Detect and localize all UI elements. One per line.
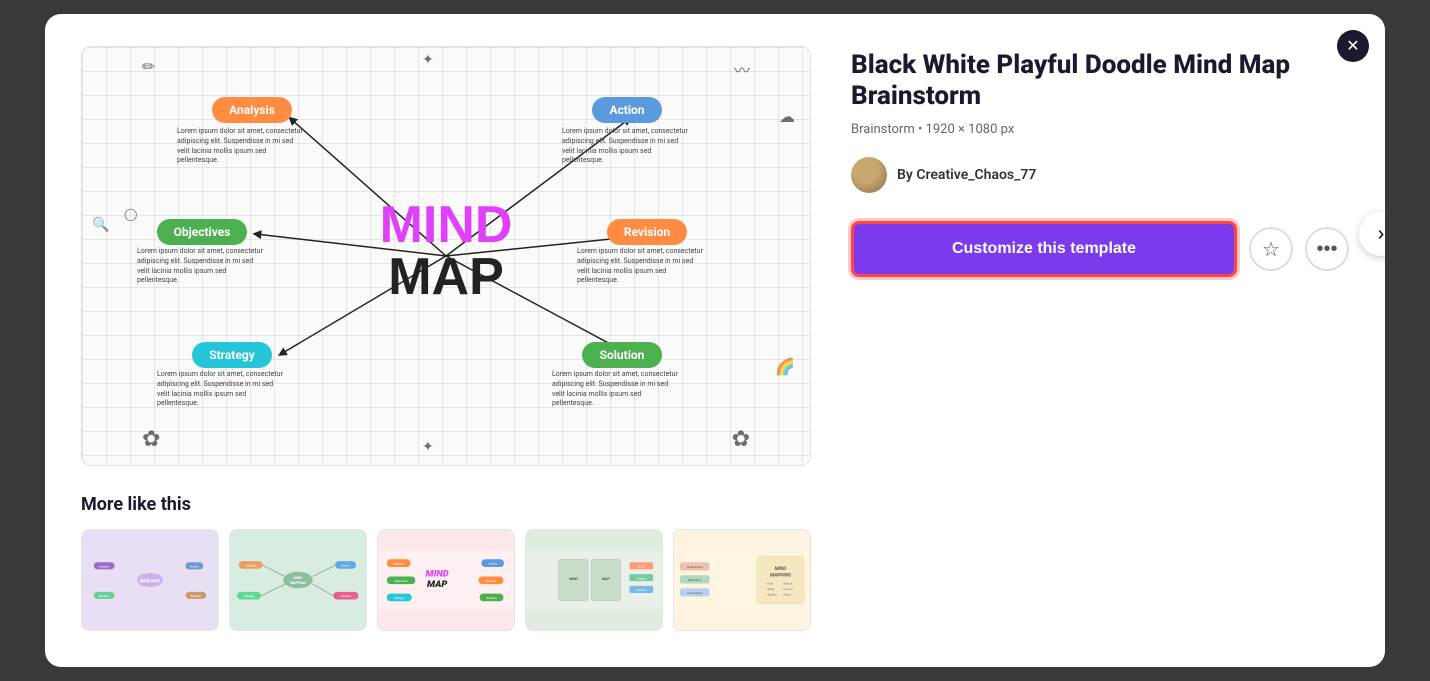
more-like-label: More like this xyxy=(81,494,811,515)
svg-text:Brainstorm: Brainstorm xyxy=(688,578,702,582)
doodle-magnifier: 🔍 xyxy=(92,217,109,233)
doodle-circle: ◯ xyxy=(124,207,137,221)
node-revision: Revision xyxy=(607,219,687,245)
svg-text:Strategy: Strategy xyxy=(244,594,255,598)
next-arrow[interactable]: › xyxy=(1359,212,1385,256)
thumb-content-2: MIND MAPPING Analysis Action Strategy xyxy=(230,530,366,630)
action-row: Customize this template ☆ ••• xyxy=(851,221,1349,277)
doodle-flower2: ✿ xyxy=(732,427,750,452)
template-meta: Brainstorm • 1920 × 1080 px xyxy=(851,122,1349,137)
text-analysis: Lorem ipsum dolor sit amet, consectetur … xyxy=(177,127,307,166)
text-revision: Lorem ipsum dolor sit amet, consectetur … xyxy=(577,247,707,286)
svg-text:MIND: MIND xyxy=(294,576,303,580)
modal-content: MIND MAP Analysis Lorem ipsum dolor sit … xyxy=(81,46,1349,631)
thumbnail-3[interactable]: MIND MAP Analysis Action Objectives xyxy=(377,529,515,631)
modal-overlay: ✕ › xyxy=(0,0,1430,681)
customize-button[interactable]: Customize this template xyxy=(851,221,1237,277)
node-strategy: Strategy xyxy=(192,342,272,368)
template-preview: MIND MAP Analysis Lorem ipsum dolor sit … xyxy=(81,46,811,466)
text-objectives: Lorem ipsum dolor sit amet, consectetur … xyxy=(137,247,267,286)
svg-text:Objectives: Objectives xyxy=(394,579,408,583)
svg-text:Strategy: Strategy xyxy=(394,596,405,600)
thumbnail-grid: MIND MAP Analysis Action Strategy Soluti… xyxy=(81,529,811,631)
thumbnail-2[interactable]: MIND MAPPING Analysis Action Strategy xyxy=(229,529,367,631)
author-name: By Creative_Chaos_77 xyxy=(897,167,1036,183)
svg-text:MIND: MIND xyxy=(569,577,578,581)
svg-text:Organisation: Organisation xyxy=(687,565,704,569)
svg-text:Analysis: Analysis xyxy=(244,563,256,567)
doodle-cloud: 🌈 xyxy=(775,357,795,376)
author-avatar xyxy=(851,157,887,193)
close-button[interactable]: ✕ xyxy=(1337,30,1369,62)
svg-text:MIND: MIND xyxy=(775,566,787,572)
doodle-pencil: ✏ xyxy=(142,57,155,76)
svg-text:Solution: Solution xyxy=(636,588,647,592)
mind-map-title: MIND MAP xyxy=(380,199,513,303)
modal-container: ✕ › xyxy=(45,14,1385,667)
svg-text:Strategy: Strategy xyxy=(99,594,110,598)
author-avatar-image xyxy=(851,157,887,193)
svg-text:Notes: Notes xyxy=(783,592,791,596)
svg-text:Solution: Solution xyxy=(341,594,352,598)
svg-text:Revision: Revision xyxy=(486,579,497,583)
node-objectives: Objectives xyxy=(157,219,247,245)
svg-text:Solution: Solution xyxy=(190,594,201,598)
node-solution: Solution xyxy=(582,342,662,368)
svg-text:• System: • System xyxy=(766,592,778,596)
svg-text:Action: Action xyxy=(488,562,498,566)
thumb-content-4: MIND MAP Action Strategy Solution xyxy=(526,530,662,630)
svg-text:MAPPING: MAPPING xyxy=(290,581,306,585)
preview-section: MIND MAP Analysis Lorem ipsum dolor sit … xyxy=(81,46,811,631)
info-section: Black White Playful Doodle Mind Map Brai… xyxy=(851,46,1349,277)
svg-text:MAP: MAP xyxy=(602,577,610,581)
more-options-button[interactable]: ••• xyxy=(1305,227,1349,271)
node-action: Action xyxy=(592,97,662,123)
thumb-content-5: MIND MAPPING • Plan • Study • System Bra… xyxy=(674,530,810,630)
text-solution: Lorem ipsum dolor sit amet, consectetur … xyxy=(552,370,682,409)
svg-text:Lecture: Lecture xyxy=(783,587,793,591)
svg-text:MIND MAP: MIND MAP xyxy=(140,579,160,584)
node-analysis: Analysis xyxy=(212,97,292,123)
thumbnail-4[interactable]: MIND MAP Action Strategy Solution xyxy=(525,529,663,631)
svg-text:MAP: MAP xyxy=(427,579,447,590)
doodle-heart: ☁ xyxy=(779,107,795,126)
doodle-star: ✦ xyxy=(422,52,434,68)
thumb-content-1: MIND MAP Analysis Action Strategy Soluti… xyxy=(82,530,218,630)
svg-text:Action: Action xyxy=(189,565,199,569)
svg-text:Action: Action xyxy=(636,565,646,569)
svg-text:Analysis: Analysis xyxy=(392,562,404,566)
more-like-this-section: More like this MIND MAP Analysis xyxy=(81,494,811,631)
text-strategy: Lorem ipsum dolor sit amet, consectetur … xyxy=(157,370,287,409)
doodle-spiral: 〰 xyxy=(734,57,750,81)
doodle-flower: ✿ xyxy=(142,427,160,452)
svg-text:MAPPING: MAPPING xyxy=(770,572,792,578)
svg-text:Strategy: Strategy xyxy=(636,576,647,580)
thumbnail-1[interactable]: MIND MAP Analysis Action Strategy Soluti… xyxy=(81,529,219,631)
svg-text:Solution: Solution xyxy=(486,596,497,600)
star-icon: ☆ xyxy=(1262,237,1280,262)
svg-text:Branch: Branch xyxy=(783,582,792,586)
svg-text:MIND: MIND xyxy=(426,568,449,579)
author-row: By Creative_Chaos_77 xyxy=(851,157,1349,193)
svg-text:• Plan: • Plan xyxy=(766,582,774,586)
svg-text:• Study: • Study xyxy=(766,587,775,591)
favorite-button[interactable]: ☆ xyxy=(1249,227,1293,271)
svg-text:Action: Action xyxy=(340,563,350,567)
thumb-content-3: MIND MAP Analysis Action Objectives xyxy=(378,530,514,630)
svg-text:Conclusions: Conclusions xyxy=(687,591,703,595)
text-action: Lorem ipsum dolor sit amet, consectetur … xyxy=(562,127,692,166)
thumbnail-5[interactable]: MIND MAPPING • Plan • Study • System Bra… xyxy=(673,529,811,631)
doodle-star2: ✦ xyxy=(422,439,434,455)
template-title: Black White Playful Doodle Mind Map Brai… xyxy=(851,50,1349,112)
more-icon: ••• xyxy=(1316,238,1337,261)
mind-map-canvas: MIND MAP Analysis Lorem ipsum dolor sit … xyxy=(82,47,810,465)
svg-text:Analysis: Analysis xyxy=(98,565,110,569)
